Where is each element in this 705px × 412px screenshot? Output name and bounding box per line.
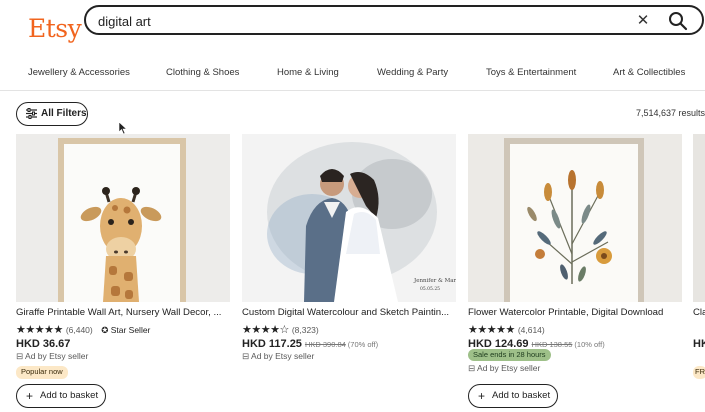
product-title[interactable]: Cla bbox=[693, 307, 705, 318]
discount: (70% off) bbox=[347, 340, 379, 349]
mouse-cursor-icon bbox=[118, 121, 128, 135]
plus-icon: + bbox=[478, 389, 486, 403]
product-rating: ★★★★★ (4,614) bbox=[468, 320, 545, 336]
giraffe-print-image bbox=[16, 134, 230, 302]
nav-divider bbox=[0, 90, 705, 91]
sale-badge: Sale ends in 28 hours bbox=[468, 349, 551, 361]
price-line: HKD 117.25 HKD 390.84 (70% off) bbox=[242, 334, 378, 352]
product-title[interactable]: Giraffe Printable Wall Art, Nursery Wall… bbox=[16, 307, 230, 318]
free-shipping-badge: FR bbox=[693, 366, 705, 379]
sliders-icon bbox=[26, 108, 37, 119]
product-image-partial[interactable] bbox=[693, 134, 705, 302]
price: HKD 117.25 bbox=[242, 338, 302, 350]
all-filters-label: All Filters bbox=[41, 108, 87, 119]
category-art-collectibles[interactable]: Art & Collectibles bbox=[613, 67, 685, 78]
ad-label: ⊟ Ad by Etsy seller bbox=[242, 351, 315, 361]
ad-label: ⊟ Ad by Etsy seller bbox=[16, 351, 89, 361]
category-nav: Jewellery & Accessories Clothing & Shoes… bbox=[0, 60, 705, 86]
price: HKD 36.67 bbox=[16, 338, 71, 350]
etsy-logo[interactable]: Etsy bbox=[28, 14, 82, 43]
product-title[interactable]: Custom Digital Watercolour and Sketch Pa… bbox=[242, 307, 456, 318]
product-rating: ★★★★★ (6,440) ✪ Star Seller bbox=[16, 320, 151, 336]
category-home-living[interactable]: Home & Living bbox=[277, 67, 339, 78]
info-icon: ⊟ bbox=[16, 351, 24, 361]
search-input[interactable] bbox=[98, 12, 618, 30]
info-icon: ⊟ bbox=[468, 363, 476, 373]
price: HKD bbox=[693, 338, 705, 350]
star-seller-badge: ✪ Star Seller bbox=[101, 325, 151, 335]
add-to-basket-label: Add to basket bbox=[492, 390, 551, 401]
add-to-basket-label: Add to basket bbox=[40, 390, 99, 401]
flower-print-image bbox=[468, 134, 682, 302]
product-image-giraffe[interactable] bbox=[16, 134, 230, 302]
svg-text:Jennifer & Mario: Jennifer & Mario bbox=[413, 278, 456, 284]
product-card[interactable]: Cla HKD FR bbox=[693, 134, 705, 412]
close-icon[interactable]: ✕ bbox=[634, 12, 652, 30]
couple-painting-image: Jennifer & Mario 05.05.25 bbox=[242, 134, 456, 302]
product-card[interactable]: Giraffe Printable Wall Art, Nursery Wall… bbox=[16, 134, 230, 412]
site-header: Etsy ✕ bbox=[0, 0, 705, 52]
ad-label: ⊟ Ad by Etsy seller bbox=[468, 363, 541, 373]
category-clothing-shoes[interactable]: Clothing & Shoes bbox=[166, 67, 239, 78]
price-line: HKD bbox=[693, 334, 705, 352]
product-image-couple[interactable]: Jennifer & Mario 05.05.25 bbox=[242, 134, 456, 302]
results-count: 7,514,637 results bbox=[635, 108, 705, 118]
price-line: HKD 36.67 bbox=[16, 334, 70, 352]
product-card[interactable]: Jennifer & Mario 05.05.25 Custom Digital… bbox=[242, 134, 456, 412]
add-to-basket-button[interactable]: + Add to basket bbox=[468, 384, 558, 408]
plus-icon: + bbox=[26, 389, 34, 403]
product-card[interactable]: Flower Watercolor Printable, Digital Dow… bbox=[468, 134, 682, 412]
category-wedding-party[interactable]: Wedding & Party bbox=[377, 67, 448, 78]
search-icon[interactable] bbox=[668, 11, 688, 31]
discount: (10% off) bbox=[574, 340, 605, 349]
popular-badge: Popular now bbox=[16, 366, 68, 379]
category-jewellery-accessories[interactable]: Jewellery & Accessories bbox=[28, 67, 130, 78]
product-title[interactable]: Flower Watercolor Printable, Digital Dow… bbox=[468, 307, 682, 318]
category-toys-entertainment[interactable]: Toys & Entertainment bbox=[486, 67, 576, 78]
original-price: HKD 138.55 bbox=[531, 340, 573, 349]
svg-text:05.05.25: 05.05.25 bbox=[420, 286, 440, 292]
badge-icon: ✪ bbox=[101, 325, 109, 335]
original-price: HKD 390.84 bbox=[304, 340, 346, 349]
info-icon: ⊟ bbox=[242, 351, 250, 361]
add-to-basket-button[interactable]: + Add to basket bbox=[16, 384, 106, 408]
product-image-flower[interactable] bbox=[468, 134, 682, 302]
all-filters-button[interactable]: All Filters bbox=[16, 102, 88, 126]
search-bar[interactable]: ✕ bbox=[84, 5, 704, 35]
product-rating: ★★★★☆ (8,323) bbox=[242, 320, 319, 336]
